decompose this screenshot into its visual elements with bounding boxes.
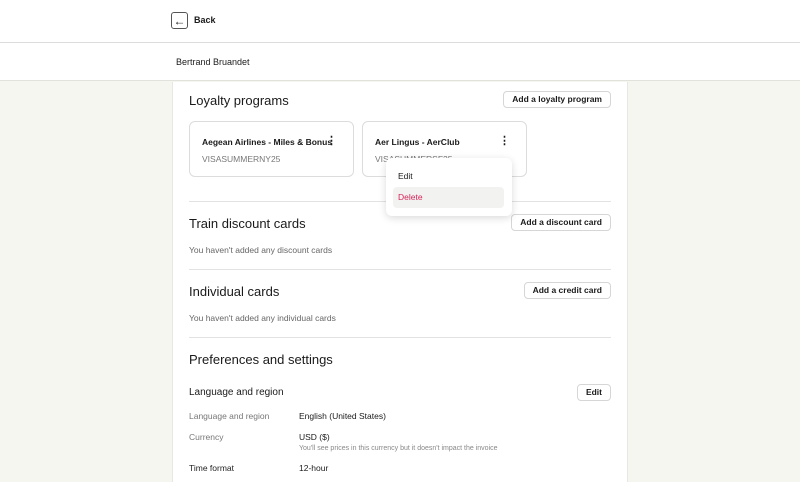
content-panel: Loyalty programs Add a loyalty program A… — [172, 82, 628, 482]
card-code: VISASUMMERNY25 — [202, 154, 281, 164]
more-vertical-icon[interactable]: ⋮ — [499, 136, 510, 147]
menu-item-edit[interactable]: Edit — [393, 166, 504, 187]
add-loyalty-program-button[interactable]: Add a loyalty program — [503, 91, 611, 108]
train-title: Train discount cards — [189, 216, 306, 231]
divider — [189, 269, 611, 270]
add-discount-card-button[interactable]: Add a discount card — [511, 214, 611, 231]
language-region-heading: Language and region — [189, 387, 284, 398]
divider — [189, 337, 611, 338]
prefs-title: Preferences and settings — [189, 352, 333, 367]
row-value: 12-hour — [299, 463, 329, 473]
row-value: USD ($) — [299, 432, 330, 442]
more-vertical-icon[interactable]: ⋮ — [326, 136, 337, 147]
back-button[interactable]: ← — [171, 12, 188, 29]
edit-language-button[interactable]: Edit — [576, 384, 611, 401]
row-value: English (United States) — [299, 411, 386, 421]
card-name: Aegean Airlines - Miles & Bonus — [202, 137, 333, 147]
row-label: Language and region — [189, 411, 270, 421]
individual-empty: You haven't added any individual cards — [189, 313, 336, 323]
card-name: Aer Lingus - AerClub — [375, 137, 460, 147]
add-credit-card-button[interactable]: Add a credit card — [523, 282, 611, 299]
arrow-left-icon: ← — [173, 13, 186, 28]
back-label[interactable]: Back — [194, 15, 216, 25]
card-options-menu: Edit Delete — [386, 158, 512, 216]
loyalty-card: Aegean Airlines - Miles & Bonus VISASUMM… — [189, 121, 354, 177]
row-label: Time format — [189, 463, 235, 473]
train-empty: You haven't added any discount cards — [189, 245, 333, 255]
menu-item-delete[interactable]: Delete — [393, 187, 504, 208]
individual-title: Individual cards — [189, 284, 280, 299]
row-label: Currency — [189, 432, 224, 442]
loyalty-title: Loyalty programs — [189, 93, 289, 108]
top-bar: ← Back — [0, 0, 800, 43]
user-bar: Bertrand Bruandet — [0, 43, 800, 81]
row-note: You'll see prices in this currency but i… — [299, 445, 498, 452]
user-name: Bertrand Bruandet — [176, 57, 250, 67]
